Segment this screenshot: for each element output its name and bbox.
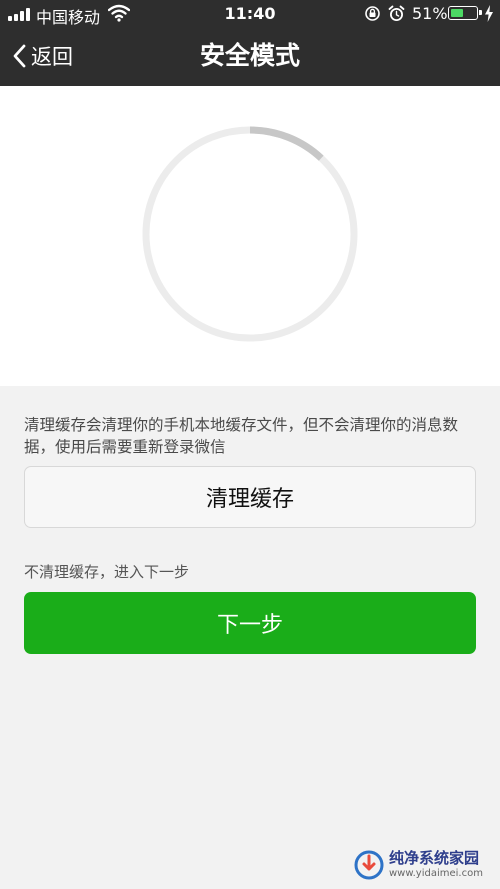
battery-fill	[451, 9, 463, 17]
next-step-button-label: 下一步	[216, 613, 283, 638]
page-title: 安全模式	[199, 41, 300, 70]
circular-progress-indicator	[142, 126, 358, 342]
status-bar: 中国移动 11:40 51%	[0, 0, 500, 28]
alarm-icon	[388, 5, 405, 21]
skip-clear-hint: 不清理缓存，进入下一步	[24, 563, 190, 581]
header-bar: 中国移动 11:40 51% 返回 安全模式	[0, 0, 500, 86]
site-watermark: 纯净系统家园 www.yidaimei.com	[354, 847, 486, 883]
watermark-name: 纯净系统家园	[389, 849, 480, 867]
watermark-url: www.yidaimei.com	[389, 868, 483, 879]
progress-track	[142, 126, 358, 342]
next-step-button[interactable]: 下一步	[24, 592, 476, 654]
clear-cache-button[interactable]: 清理缓存	[24, 466, 476, 528]
clear-cache-description: 清理缓存会清理你的手机本地缓存文件，但不会清理你的消息数据，使用后需要重新登录微…	[24, 416, 459, 456]
rotation-lock-icon	[365, 6, 380, 21]
battery-icon	[448, 6, 482, 20]
battery-percentage: 51%	[412, 4, 448, 23]
charging-bolt-icon	[485, 5, 493, 22]
progress-section	[0, 86, 500, 386]
clear-cache-button-label: 清理缓存	[205, 487, 294, 512]
watermark-logo-icon	[354, 850, 384, 880]
